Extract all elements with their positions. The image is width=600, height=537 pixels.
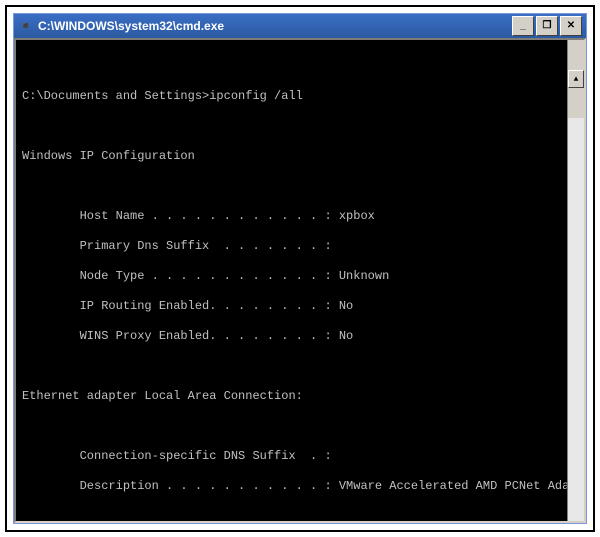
prompt: C:\Documents and Settings> — [22, 89, 209, 103]
primary-dns-row: Primary Dns Suffix . . . . . . . : — [22, 239, 578, 254]
adapter-header: Ethernet adapter Local Area Connection: — [22, 389, 578, 404]
hostname-label: Host Name . . . . . . . . . . . . : — [22, 209, 339, 223]
node-label: Node Type . . . . . . . . . . . . : — [22, 269, 339, 283]
conn-dns-row: Connection-specific DNS Suffix . : — [22, 449, 578, 464]
blank-line — [22, 359, 578, 374]
console-output[interactable]: C:\Documents and Settings>ipconfig /all … — [14, 38, 586, 523]
node-value: Unknown — [339, 269, 389, 283]
wins-value: No — [339, 329, 353, 343]
blank-line — [22, 119, 578, 134]
blank-line — [22, 59, 578, 74]
blank-line — [22, 179, 578, 194]
iprouting-value: No — [339, 299, 353, 313]
hostname-row: Host Name . . . . . . . . . . . . : xpbo… — [22, 209, 578, 224]
window-title: C:\WINDOWS\system32\cmd.exe — [38, 19, 512, 33]
desc-value: VMware Accelerated AMD PCNet Adapter — [339, 479, 586, 493]
wins-label: WINS Proxy Enabled. . . . . . . . : — [22, 329, 339, 343]
blank-line — [22, 509, 578, 523]
titlebar: ◾ C:\WINDOWS\system32\cmd.exe _ ❐ ✕ — [14, 14, 586, 38]
iprouting-label: IP Routing Enabled. . . . . . . . : — [22, 299, 339, 313]
hostname-value: xpbox — [339, 209, 375, 223]
scroll-track[interactable] — [568, 118, 584, 523]
screenshot-frame: ◾ C:\WINDOWS\system32\cmd.exe _ ❐ ✕ C:\D… — [5, 5, 595, 532]
ip-routing-row: IP Routing Enabled. . . . . . . . : No — [22, 299, 578, 314]
window-controls: _ ❐ ✕ — [512, 16, 582, 36]
section-header: Windows IP Configuration — [22, 149, 578, 164]
prompt-line: C:\Documents and Settings>ipconfig /all — [22, 89, 578, 104]
maximize-button[interactable]: ❐ — [536, 16, 558, 36]
cmd-icon: ◾ — [18, 18, 34, 34]
close-button[interactable]: ✕ — [560, 16, 582, 36]
description-row: Description . . . . . . . . . . . : VMwa… — [22, 479, 578, 494]
node-type-row: Node Type . . . . . . . . . . . . : Unkn… — [22, 269, 578, 284]
scroll-up-button[interactable]: ▲ — [568, 70, 584, 88]
command: ipconfig /all — [209, 89, 303, 103]
cmd-window: ◾ C:\WINDOWS\system32\cmd.exe _ ❐ ✕ C:\D… — [13, 13, 587, 524]
blank-line — [22, 419, 578, 434]
wins-proxy-row: WINS Proxy Enabled. . . . . . . . : No — [22, 329, 578, 344]
minimize-button[interactable]: _ — [512, 16, 534, 36]
desc-label: Description . . . . . . . . . . . : — [22, 479, 339, 493]
vertical-scrollbar[interactable]: ▲ ▼ — [567, 40, 584, 521]
